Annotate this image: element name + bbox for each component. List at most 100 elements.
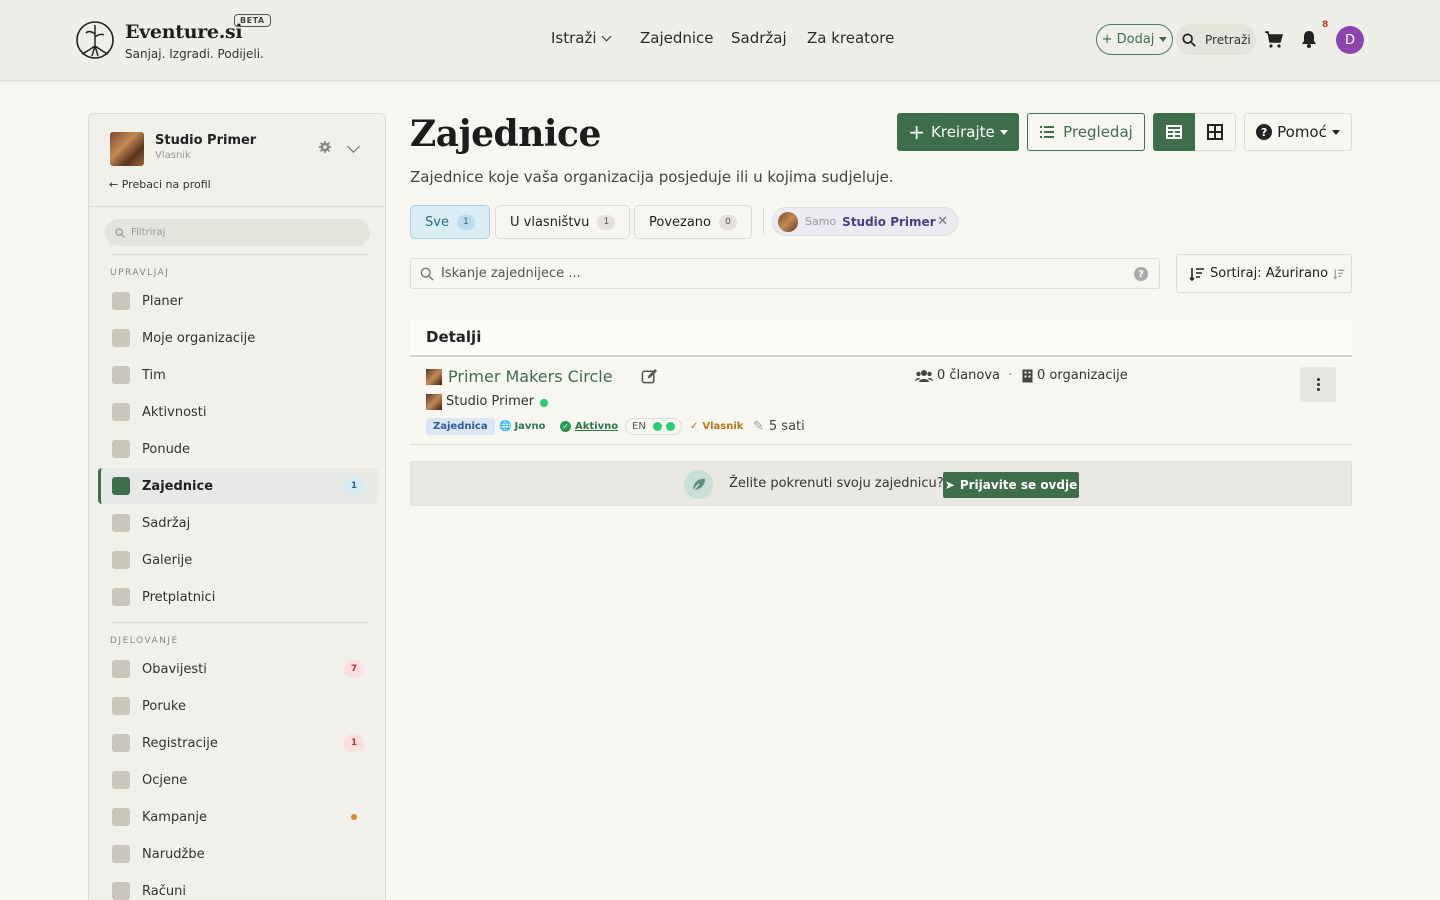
tab-owned[interactable]: U vlasništvu 1 [495,205,631,239]
language-label: EN [632,421,646,432]
more-actions-button[interactable] [1300,367,1336,402]
help-label: Pomoć [1277,123,1327,141]
sidebar-item-invoices[interactable]: Računi [98,873,378,900]
nav-istrazi-label: Istraži [551,29,597,47]
user-check-icon [112,734,130,752]
search-button[interactable]: Pretraži [1176,24,1256,55]
status-badge[interactable]: ✓ Aktivno [560,418,618,435]
community-search-input[interactable]: Iskanje zajednijece ... ? [410,258,1160,289]
close-icon[interactable]: ✕ [937,214,948,229]
community-org-link[interactable]: Studio Primer [446,394,534,409]
sidebar-item-registrations[interactable]: Registracije 1 [98,725,378,761]
nav-istrazi[interactable]: Istraži [551,29,611,47]
grid-icon [1207,124,1223,140]
chevron-down-icon [601,31,611,42]
plus-icon: + [908,120,926,144]
sidebar-item-planer[interactable]: Planer [98,283,378,319]
sidebar-item-label: Galerije [142,552,193,568]
members-count: 0 članova [915,368,1000,383]
building-icon [1022,369,1033,382]
bell-icon [112,660,130,678]
role-badge: ✓ Vlasnik [690,418,743,435]
nav-zajednice[interactable]: Zajednice [640,29,714,47]
dot [1316,378,1320,381]
signup-button[interactable]: ➤ Prijavite se ovdje [943,472,1079,498]
page-subtitle: Zajednice koje vaša organizacija posjedu… [410,168,894,186]
users-icon [112,366,130,384]
arrow-left-icon: ← [109,178,122,191]
chip-prefix: Samo [805,215,837,228]
create-button[interactable]: + Kreirajte [897,113,1019,151]
sidebar-item-offers[interactable]: Ponude [98,431,378,467]
community-name-link[interactable]: Primer Makers Circle [448,367,613,386]
sidebar-item-reviews[interactable]: Ocjene [98,762,378,798]
table-view-toggle[interactable] [1153,113,1195,151]
section-title-actions: DJELOVANJE [110,636,179,646]
divider [89,206,385,207]
sidebar-item-subscribers[interactable]: Pretplatnici [98,579,378,615]
sidebar-item-content[interactable]: Sadržaj [98,505,378,541]
sidebar-item-campaigns[interactable]: Kampanje [98,799,378,835]
tab-count: 1 [456,214,475,230]
search-label: Pretraži [1205,32,1251,47]
nav-za-kreatore[interactable]: Za kreatore [807,29,894,47]
grid-view-toggle[interactable] [1195,113,1236,151]
gear-icon[interactable] [318,140,332,154]
bell-icon[interactable] [1299,29,1319,49]
help-dropdown-button[interactable]: ? Pomoć [1244,113,1352,151]
sidebar-item-messages[interactable]: Poruke [98,688,378,724]
sidebar-item-label: Računi [142,883,186,899]
preview-button[interactable]: Pregledaj [1027,113,1145,151]
divider [763,207,764,236]
edit-icon[interactable] [641,368,658,385]
sidebar-item-label: Aktivnosti [142,404,207,420]
paper-plane-icon: ➤ [944,478,955,492]
sidebar: Studio Primer Vlasnik ← Prebaci na profi… [88,113,386,900]
caret-down-icon [1159,37,1168,42]
community-thumbnail [426,369,442,385]
preview-label: Pregledaj [1063,123,1133,141]
sidebar-item-label: Moje organizacije [142,330,256,346]
org-role: Vlasnik [155,150,191,161]
sidebar-item-communities[interactable]: Zajednice 1 [98,468,378,504]
tab-label: Sve [425,214,449,230]
brand-name[interactable]: Eventure.si [125,21,243,43]
tree-logo-icon[interactable] [75,20,115,60]
sidebar-item-label: Kampanje [142,809,207,825]
shopping-bag-icon [112,845,130,863]
chevron-down-icon[interactable] [347,140,360,153]
sidebar-item-notifications[interactable]: Obavijesti 7 [98,651,378,687]
pencil-icon: ✎ [753,419,764,434]
sidebar-item-galleries[interactable]: Galerije [98,542,378,578]
newspaper-icon [112,514,130,532]
sidebar-item-activities[interactable]: Aktivnosti [98,394,378,430]
status-dot [665,422,675,431]
dot [1316,383,1320,386]
tab-all[interactable]: Sve 1 [410,205,490,239]
cart-icon[interactable] [1264,29,1284,49]
dot [1316,388,1320,391]
top-navbar: Eventure.si BETA Sanjaj. Izgradi. Podije… [0,0,1440,81]
start-community-banner: Želite pokrenuti svoju zajednicu? ➤ Prija… [410,461,1352,506]
sidebar-item-label: Narudžbe [142,846,205,862]
sort-button[interactable]: Sortiraj: Ažurirano [1176,254,1352,293]
visibility-badge: 🌐 Javno [499,418,545,435]
help-icon[interactable]: ? [1134,267,1148,281]
nav-sadrzaj[interactable]: Sadržaj [731,29,787,47]
status-dot [351,814,357,820]
user-avatar[interactable]: D [1336,26,1364,54]
add-dropdown-button[interactable]: + Dodaj [1096,24,1173,55]
sidebar-item-team[interactable]: Tim [98,357,378,393]
globe-icon: 🌐 [499,421,512,432]
community-icon [112,477,130,495]
tab-connected[interactable]: Povezano 0 [634,205,753,239]
org-filter-chip[interactable]: Samo Studio Primer ✕ [772,207,958,236]
running-icon [112,403,130,421]
switch-to-profile-link[interactable]: ← Prebaci na profil [109,178,211,191]
sidebar-item-orders[interactable]: Narudžbe [98,836,378,872]
switch-label: Prebaci na profil [121,178,211,191]
sidebar-item-organizations[interactable]: Moje organizacije [98,320,378,356]
sidebar-filter-input[interactable]: Filtriraj [105,219,370,246]
brand-tagline: Sanjaj. Izgradi. Podijeli. [125,47,264,61]
org-name[interactable]: Studio Primer [155,133,256,148]
